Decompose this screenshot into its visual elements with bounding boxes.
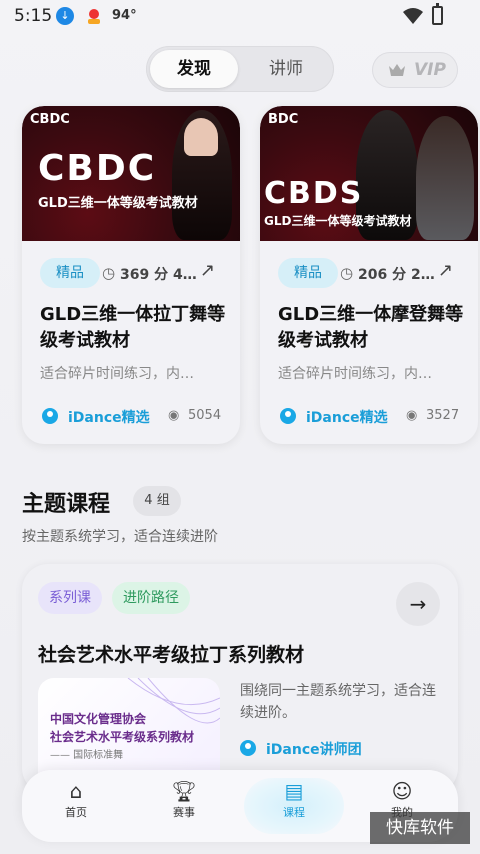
nav-courses[interactable]: ▤ 课程 (244, 778, 344, 834)
clock-icon: ◷ (340, 264, 354, 282)
topic-card[interactable]: 系列课 进阶路径 → 社会艺术水平考级拉丁系列教材 中国文化管理协会 社会艺术水… (22, 564, 458, 794)
tab-instructors[interactable]: 讲师 (242, 50, 330, 88)
course-cover: BDC CBDS GLD三维一体等级考试教材 (260, 106, 478, 241)
topic-title: 社会艺术水平考级拉丁系列教材 (38, 644, 305, 666)
course-description: 适合碎片时间练习，内… (40, 366, 194, 382)
person-icon: ☺ (391, 779, 413, 803)
watermark: 快库软件 (370, 812, 470, 844)
status-temperature: 94° (112, 8, 137, 23)
nav-events[interactable]: 🏆︎ 赛事 (134, 778, 234, 834)
course-cover: CBDC CBDC GLD三维一体等级考试教材 (22, 106, 240, 241)
status-time: 5:15 (14, 6, 53, 26)
cover-title: CBDS (264, 176, 364, 211)
cover-brand: BDC (268, 112, 299, 127)
card-meta: 精品 ◷ 369 分 4… ↗ (40, 258, 230, 288)
course-card[interactable]: CBDC CBDC GLD三维一体等级考试教材 精品 ◷ 369 分 4… ↗ … (22, 106, 240, 444)
topic-description: 围绕同一主题系统学习，适合连续进阶。 (240, 683, 436, 721)
app-notification-icon (88, 9, 100, 24)
series-chip: 系列课 (38, 582, 102, 614)
topic-author[interactable]: iDance讲师团 (266, 739, 362, 759)
course-title: GLD三维一体拉丁舞等级考试教材 (40, 304, 226, 351)
course-author[interactable]: iDance精选 (68, 407, 150, 427)
premium-badge: 精品 (40, 258, 100, 288)
cover-dancer-female (416, 116, 474, 240)
nav-courses-label: 课程 (283, 806, 305, 819)
premium-badge: 精品 (278, 258, 338, 288)
section-subtitle: 按主题系统学习，适合连续进阶 (22, 529, 218, 545)
cover-line-1: 中国文化管理协会 (50, 712, 147, 726)
cover-title: CBDC (38, 148, 157, 189)
cover-brand: CBDC (30, 112, 70, 127)
cover-subtitle: GLD三维一体等级考试教材 (38, 196, 198, 211)
battery-icon (432, 3, 443, 25)
arrow-right-icon[interactable]: → (396, 582, 440, 626)
tab-discover[interactable]: 发现 (150, 50, 238, 88)
section-title: 主题课程 (22, 492, 111, 517)
vip-button[interactable]: VIP (372, 52, 458, 88)
nav-home[interactable]: ⌂ 首页 (26, 778, 126, 834)
trophy-icon: 🏆︎ (171, 779, 197, 803)
card-meta: 精品 ◷ 206 分 2… ↗ (278, 258, 468, 288)
section-count-badge: 4 组 (133, 486, 181, 516)
top-tabs: 发现 讲师 (146, 46, 334, 92)
cover-subtitle: GLD三维一体等级考试教材 (264, 214, 412, 228)
arrow-up-right-icon[interactable]: ↗ (200, 260, 215, 281)
course-title: GLD三维一体摩登舞等级考试教材 (278, 304, 464, 351)
view-count: 5054 (188, 408, 222, 423)
clock-icon: ◷ (102, 264, 116, 282)
cover-line-3: —— 国际标准舞 (50, 750, 124, 761)
nav-home-label: 首页 (65, 806, 87, 819)
author-avatar-icon (240, 740, 256, 756)
author-avatar-icon (42, 408, 58, 424)
nav-events-label: 赛事 (173, 806, 195, 819)
eye-icon: ◉ (406, 408, 418, 423)
cover-dancer-face (184, 118, 218, 156)
book-icon: ▤ (284, 779, 304, 803)
crown-icon (389, 64, 405, 76)
eye-icon: ◉ (168, 408, 180, 423)
author-avatar-icon (280, 408, 296, 424)
view-count: 3527 (426, 408, 460, 423)
home-icon: ⌂ (69, 779, 83, 803)
duration: 206 分 2… (358, 267, 435, 283)
wifi-icon (403, 8, 423, 24)
course-author[interactable]: iDance精选 (306, 407, 388, 427)
path-chip: 进阶路径 (112, 582, 190, 614)
download-icon: ↓ (56, 7, 74, 25)
status-bar: 5:15 ↓ 94° (0, 0, 480, 34)
course-card[interactable]: BDC CBDS GLD三维一体等级考试教材 精品 ◷ 206 分 2… ↗ G… (260, 106, 478, 444)
cover-line-2: 社会艺术水平考级系列教材 (50, 730, 195, 744)
vip-label: VIP (414, 60, 446, 80)
duration: 369 分 4… (120, 267, 197, 283)
course-description: 适合碎片时间练习，内… (278, 366, 432, 382)
arrow-up-right-icon[interactable]: ↗ (438, 260, 453, 281)
